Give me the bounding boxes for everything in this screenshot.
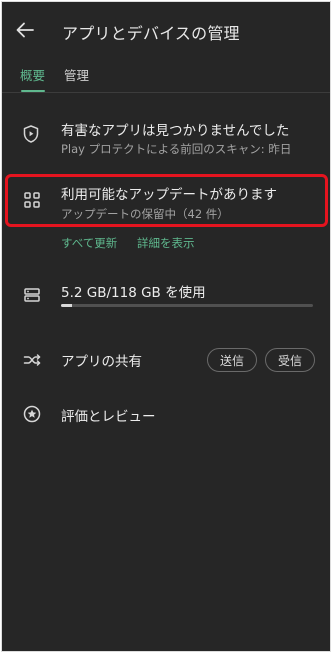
tab-manage[interactable]: 管理 xyxy=(64,65,89,84)
play-protect-row[interactable]: 有害なアプリは見つかりませんでした Play プロテクトによる前回のスキャン: … xyxy=(2,108,330,160)
shield-play-icon xyxy=(21,124,41,144)
play-protect-title: 有害なアプリは見つかりませんでした xyxy=(61,123,290,139)
share-title: アプリの共有 xyxy=(61,354,142,370)
update-all-link[interactable]: すべて更新 xyxy=(61,235,117,251)
storage-row[interactable]: 5.2 GB/118 GB を使用 xyxy=(2,276,330,316)
page-title: アプリとデバイスの管理 xyxy=(62,24,240,43)
star-circle-icon xyxy=(22,404,42,424)
play-protect-subtitle: Play プロテクトによる前回のスキャン: 昨日 xyxy=(61,142,292,156)
storage-bar-fill xyxy=(61,304,73,307)
back-arrow-icon[interactable] xyxy=(14,19,36,41)
receive-button[interactable]: 受信 xyxy=(265,348,315,372)
send-button[interactable]: 送信 xyxy=(207,348,257,372)
tab-divider xyxy=(2,92,330,93)
tab-overview[interactable]: 概要 xyxy=(20,65,45,84)
share-arrows-icon xyxy=(22,350,42,370)
storage-icon xyxy=(22,285,42,305)
storage-label: 5.2 GB/118 GB を使用 xyxy=(61,285,206,301)
storage-bar xyxy=(61,304,313,307)
app-screen: アプリとデバイスの管理 概要 管理 有害なアプリは見つかりませんでした Play… xyxy=(1,1,331,652)
see-details-link[interactable]: 詳細を表示 xyxy=(137,235,195,251)
ratings-row[interactable]: 評価とレビュー xyxy=(2,400,330,436)
ratings-title: 評価とレビュー xyxy=(61,409,156,425)
highlight-box xyxy=(5,174,328,227)
share-row: アプリの共有 送信 受信 xyxy=(2,342,330,378)
